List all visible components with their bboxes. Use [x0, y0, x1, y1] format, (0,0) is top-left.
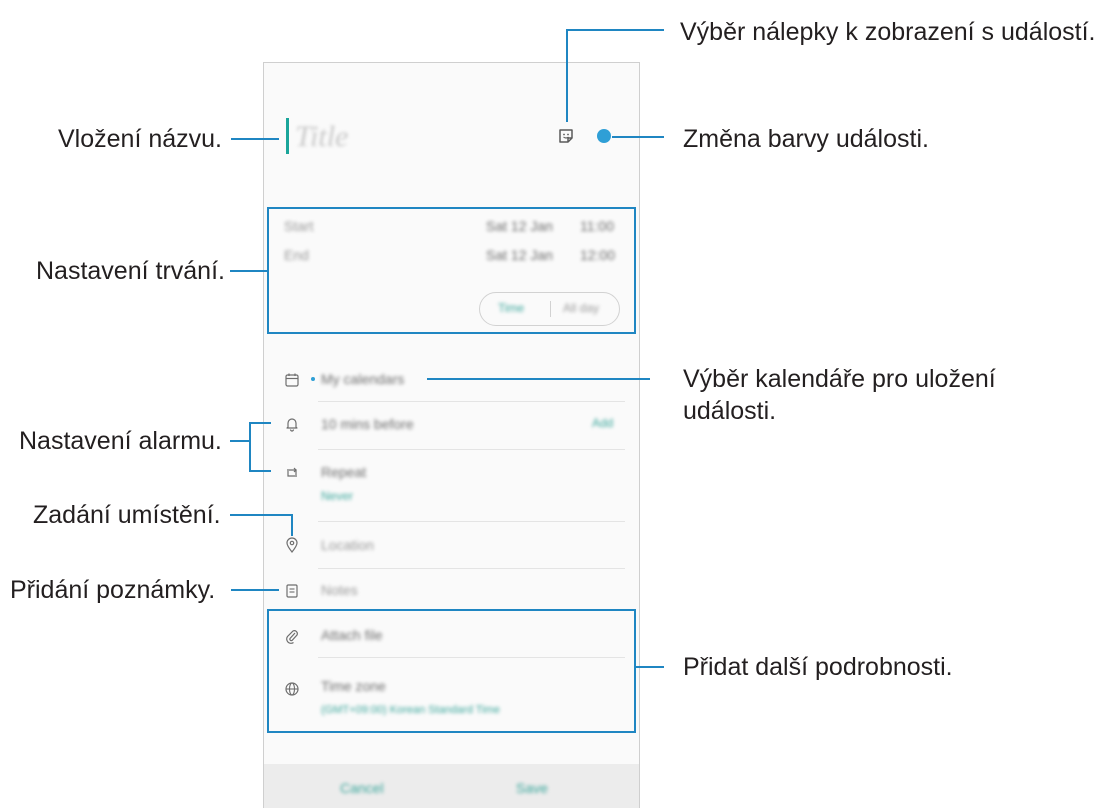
- location-input[interactable]: Location: [321, 537, 374, 553]
- title-input[interactable]: Title: [295, 120, 348, 154]
- callout-calendar-line2: události.: [683, 397, 777, 425]
- details-leader: [636, 666, 664, 668]
- callout-alarm: Nastavení alarmu.: [19, 427, 222, 455]
- callout-calendar-line1: Výběr kalendáře pro uložení: [683, 365, 996, 393]
- divider: [318, 449, 625, 450]
- save-button[interactable]: Save: [516, 780, 548, 796]
- sticker-icon[interactable]: [557, 127, 575, 145]
- alarm-value[interactable]: 10 mins before: [321, 416, 414, 432]
- divider: [318, 521, 625, 522]
- text-cursor: [286, 118, 289, 154]
- callout-sticker: Výběr nálepky k zobrazení s událostí.: [680, 18, 1096, 46]
- sticker-leader-h: [566, 29, 664, 31]
- alarm-add-button[interactable]: Add: [592, 416, 613, 430]
- location-pin-icon: [286, 537, 298, 553]
- divider: [318, 401, 625, 402]
- cancel-button[interactable]: Cancel: [340, 780, 384, 796]
- notes-leader: [231, 589, 279, 591]
- calendar-color-dot: [311, 377, 315, 381]
- repeat-icon: [287, 467, 297, 477]
- bell-icon: [286, 418, 298, 432]
- divider: [318, 568, 625, 569]
- calendar-leader: [427, 378, 650, 380]
- callout-duration: Nastavení trvání.: [36, 257, 225, 285]
- notes-icon: [286, 584, 298, 598]
- details-highlight-box: [267, 609, 636, 733]
- alarm-leader-h: [230, 440, 250, 442]
- alarm-bracket-bottom: [249, 470, 271, 472]
- duration-leader: [230, 270, 267, 272]
- title-leader: [231, 138, 279, 140]
- calendar-icon: [285, 373, 299, 387]
- location-leader-v: [291, 514, 293, 536]
- repeat-label[interactable]: Repeat: [321, 464, 366, 480]
- alarm-bracket-v: [249, 422, 251, 472]
- alarm-bracket-top: [249, 422, 271, 424]
- callout-title: Vložení názvu.: [58, 125, 222, 153]
- calendar-select[interactable]: My calendars: [321, 371, 404, 387]
- callout-location: Zadání umístění.: [33, 501, 221, 529]
- action-bar: [264, 764, 639, 808]
- repeat-value[interactable]: Never: [321, 489, 353, 503]
- sticker-leader-v: [566, 29, 568, 122]
- duration-highlight-box: [267, 207, 636, 334]
- event-color-button[interactable]: [597, 129, 611, 143]
- callout-notes: Přidání poznámky.: [10, 576, 216, 604]
- location-leader-h: [230, 514, 293, 516]
- callout-color: Změna barvy události.: [683, 125, 929, 153]
- notes-input[interactable]: Notes: [321, 582, 358, 598]
- callout-more: Přidat další podrobnosti.: [683, 653, 953, 681]
- color-leader: [612, 136, 664, 138]
